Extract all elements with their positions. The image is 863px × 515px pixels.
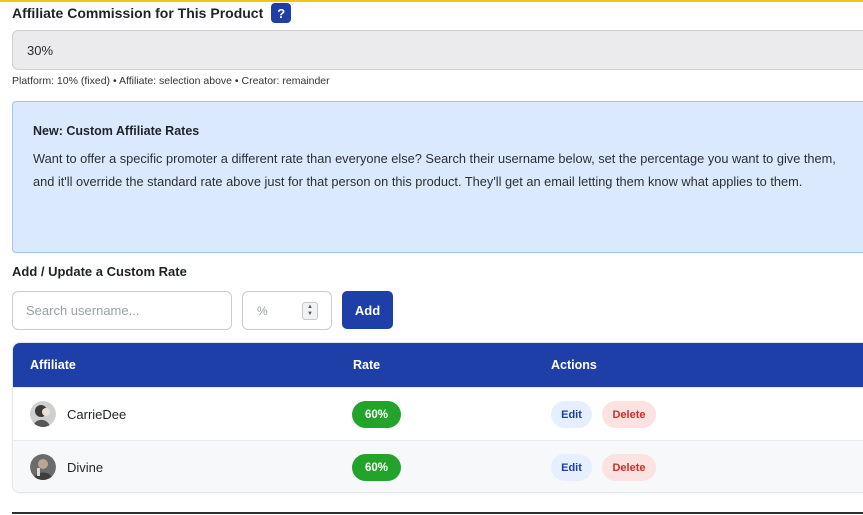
table-row: Divine 60% Edit Delete: [13, 440, 863, 492]
help-icon[interactable]: ?: [271, 3, 292, 23]
rate-field[interactable]: ▲ ▼: [242, 291, 332, 330]
bottom-divider: [12, 512, 863, 514]
rate-input[interactable]: [257, 303, 297, 318]
info-body: Want to offer a specific promoter a diff…: [33, 151, 836, 189]
custom-rates-table: Affiliate Rate Actions CarrieDee 60% Edi…: [12, 342, 863, 493]
avatar: [30, 401, 56, 427]
header-affiliate: Affiliate: [30, 358, 76, 372]
chevron-up-icon[interactable]: ▲: [307, 304, 313, 311]
spin-stepper-icon[interactable]: ▲ ▼: [302, 302, 318, 320]
commission-split-note: Platform: 10% (fixed) • Affiliate: selec…: [12, 75, 330, 87]
info-title: New: Custom Affiliate Rates: [33, 124, 200, 138]
rate-badge: 60%: [352, 401, 401, 428]
rate-badge: 60%: [352, 454, 401, 481]
custom-rate-heading: Add / Update a Custom Rate: [12, 264, 187, 279]
edit-button[interactable]: Edit: [551, 454, 592, 481]
affiliate-username: CarrieDee: [67, 407, 127, 422]
header-actions: Actions: [551, 358, 597, 372]
chevron-down-icon[interactable]: ▼: [307, 311, 313, 318]
header-rate: Rate: [353, 358, 381, 372]
edit-button[interactable]: Edit: [551, 401, 592, 428]
commission-label: Affiliate Commission for This Product: [12, 5, 264, 21]
table-header: Affiliate Rate Actions: [13, 343, 863, 387]
commission-select[interactable]: 30%: [12, 30, 863, 70]
username-search-input[interactable]: [12, 291, 232, 330]
avatar: [30, 454, 56, 480]
commission-selected-value: 30%: [27, 42, 54, 58]
affiliate-username: Divine: [67, 460, 104, 475]
delete-button[interactable]: Delete: [602, 454, 656, 481]
delete-button[interactable]: Delete: [602, 401, 656, 428]
table-row: CarrieDee 60% Edit Delete: [13, 387, 863, 440]
commission-label-row: Affiliate Commission for This Product ?: [12, 2, 292, 24]
add-button[interactable]: Add: [342, 291, 393, 329]
custom-rates-info-box: New: Custom Affiliate Rates Want to offe…: [12, 101, 863, 253]
